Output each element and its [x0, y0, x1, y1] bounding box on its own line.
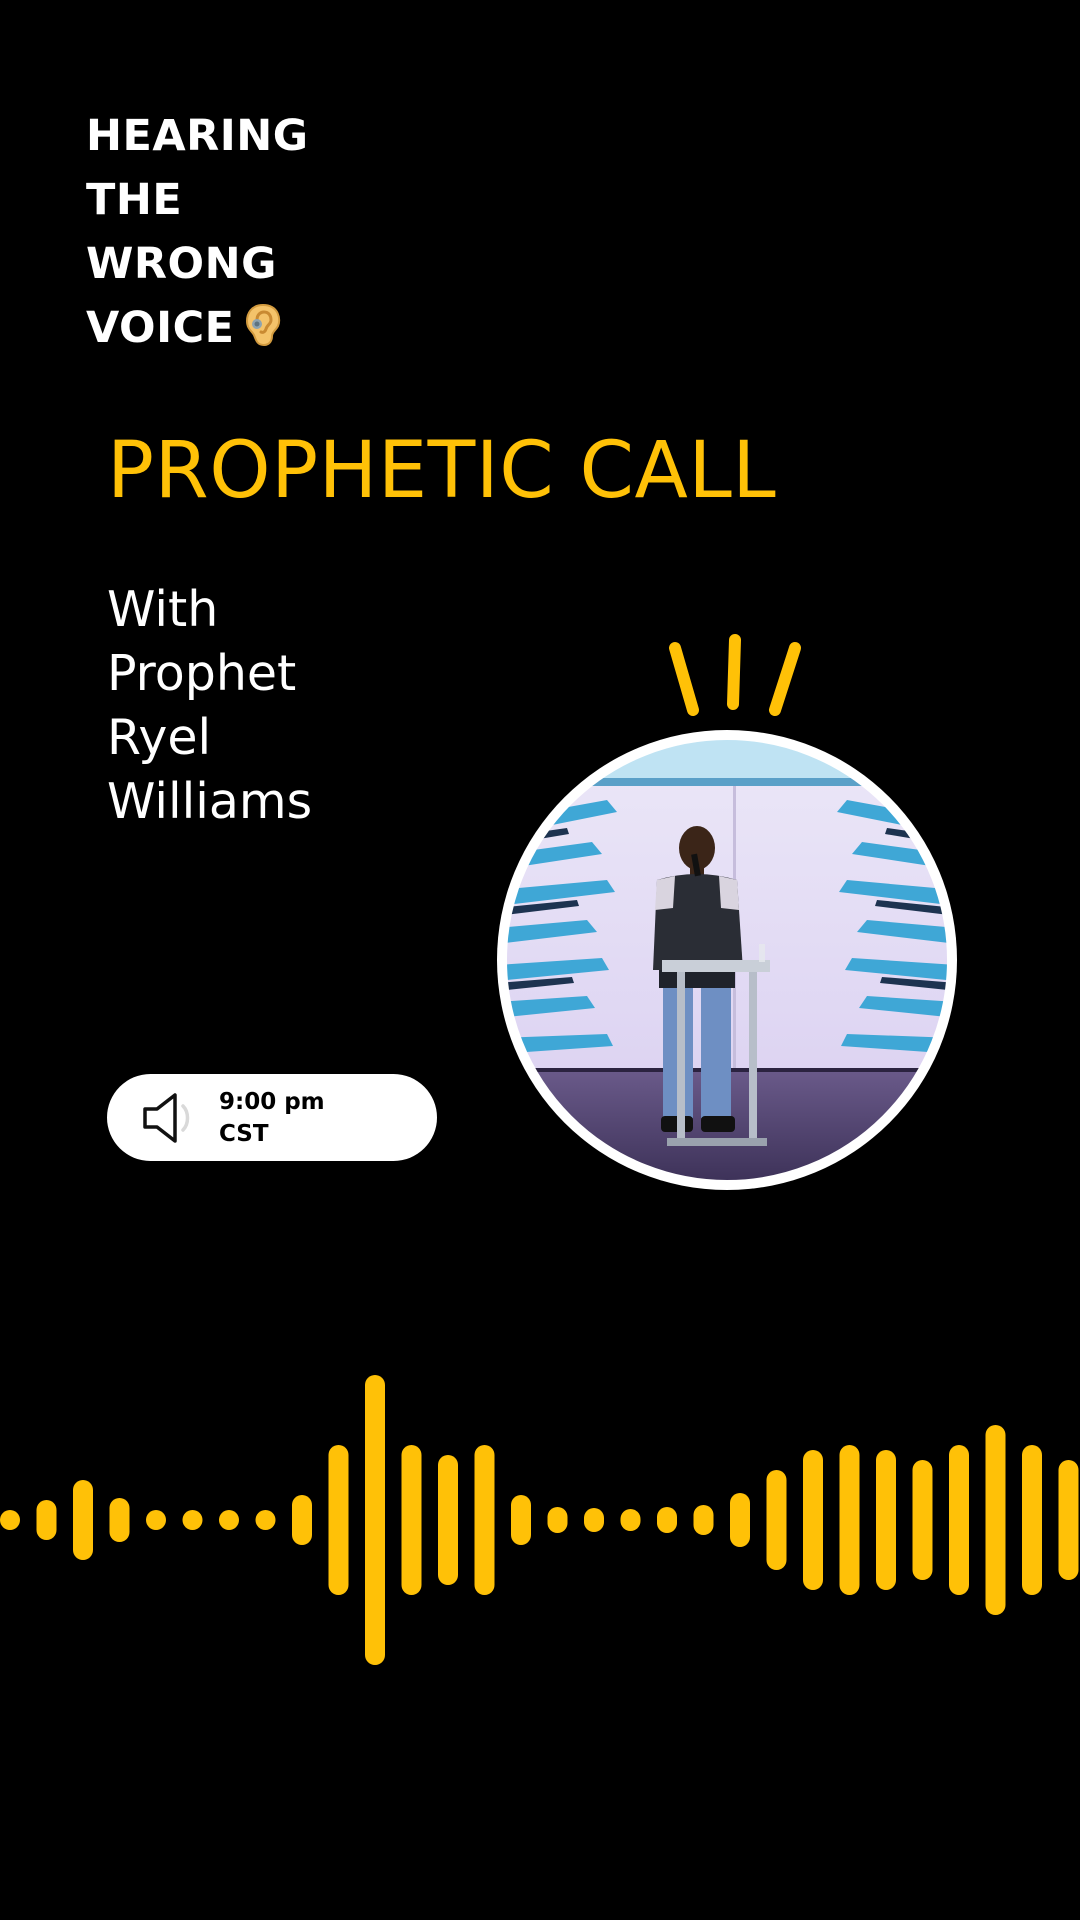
waveform-bar — [657, 1507, 677, 1533]
waveform-bar — [0, 1510, 20, 1530]
waveform-bar — [219, 1510, 239, 1530]
host-line: With — [107, 581, 219, 638]
waveform-bar — [693, 1505, 714, 1535]
tagline-line-last: VOICE — [86, 296, 309, 366]
host-line: Prophet — [107, 645, 297, 702]
waveform-bar — [766, 1470, 787, 1570]
waveform-bar — [1022, 1445, 1042, 1595]
waveform-bar — [985, 1425, 1006, 1615]
tagline-line: HEARING — [86, 111, 309, 161]
tagline: HEARING THE WRONG VOICE — [86, 104, 309, 366]
waveform-bar — [730, 1493, 750, 1547]
main-title: PROPHETIC CALL — [107, 426, 777, 516]
waveform-bar — [803, 1450, 823, 1590]
waveform-bar — [365, 1375, 385, 1665]
waveform-bar — [876, 1450, 896, 1590]
time-value: 9:00 pm — [219, 1089, 325, 1115]
waveform-bar — [438, 1455, 458, 1585]
waveform-bar — [146, 1510, 166, 1530]
time-badge: 9:00 pm CST — [107, 1074, 437, 1161]
time-text: 9:00 pm CST — [219, 1086, 325, 1150]
waveform-bar — [73, 1480, 93, 1560]
waveform-bar — [328, 1445, 349, 1595]
waveform-bar — [1058, 1460, 1079, 1580]
waveform-bar — [292, 1495, 312, 1545]
waveform-bar — [401, 1445, 422, 1595]
waveform-bar — [474, 1445, 495, 1595]
waveform-bar — [255, 1510, 276, 1530]
tagline-line: VOICE — [86, 303, 235, 353]
host-line: Ryel — [107, 709, 212, 766]
speaker-icon — [139, 1088, 203, 1148]
waveform-bar — [182, 1510, 203, 1530]
host-line: Williams — [107, 773, 313, 830]
ear-icon — [243, 302, 283, 366]
host-name: With Prophet Ryel Williams — [107, 578, 312, 834]
waveform-bar — [912, 1460, 933, 1580]
waveform-bar — [839, 1445, 860, 1595]
waveform-bar — [584, 1508, 604, 1532]
speaker-photo — [497, 730, 957, 1190]
waveform-bar — [36, 1500, 57, 1540]
waveform-bar — [109, 1498, 130, 1542]
waveform-bar — [511, 1495, 531, 1545]
timezone: CST — [219, 1121, 269, 1147]
tagline-line: THE — [86, 175, 183, 225]
waveform-bar — [949, 1445, 969, 1595]
tagline-line: WRONG — [86, 239, 277, 289]
audio-waveform — [0, 1375, 1079, 1665]
waveform-bar — [547, 1507, 568, 1533]
waveform-bar — [620, 1509, 641, 1531]
accent-strokes-icon — [669, 634, 801, 716]
